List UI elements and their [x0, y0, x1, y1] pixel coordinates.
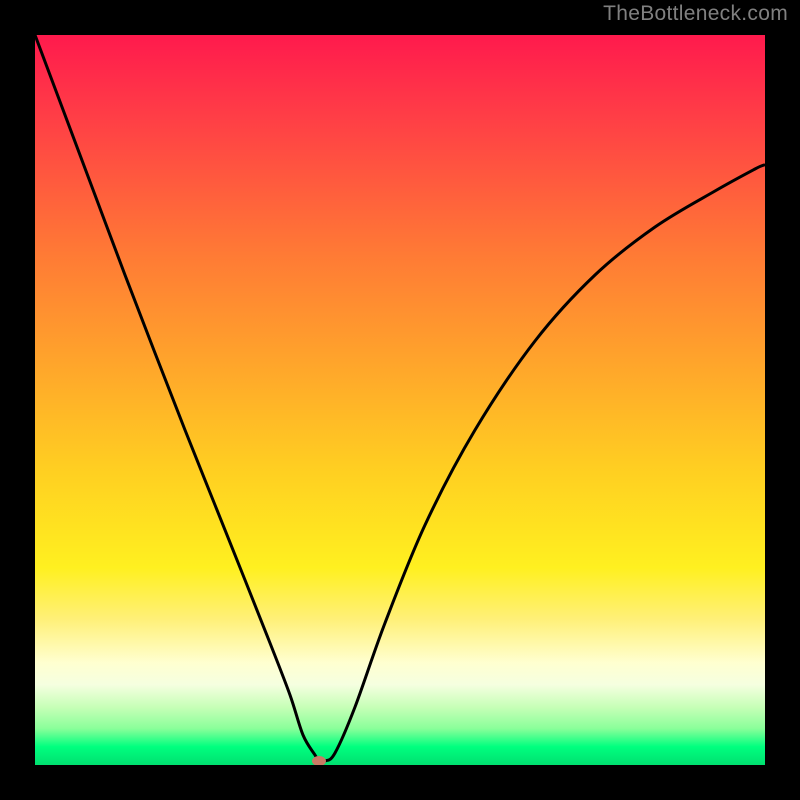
watermark-text: TheBottleneck.com — [603, 2, 788, 26]
chart-frame: TheBottleneck.com — [0, 0, 800, 800]
plot-area — [35, 35, 765, 765]
optimal-point-marker — [312, 756, 326, 765]
bottleneck-curve — [35, 35, 765, 765]
